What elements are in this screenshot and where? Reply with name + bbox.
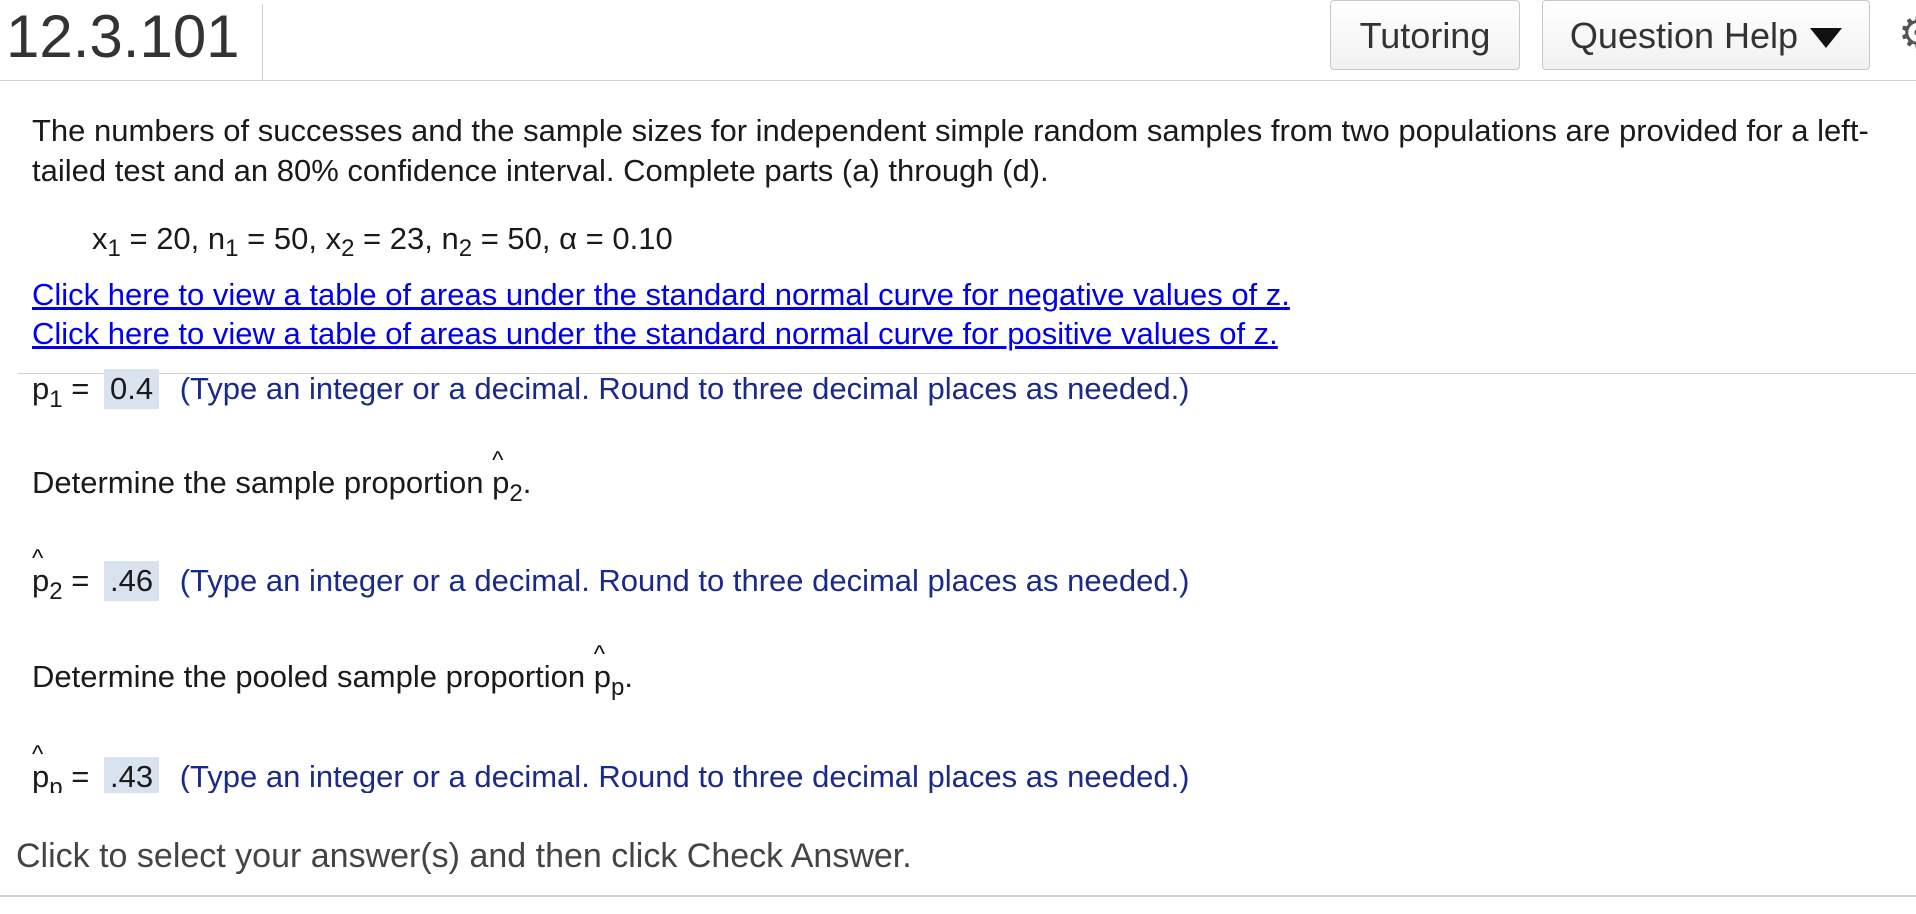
pp-hint: (Type an integer or a decimal. Round to … (179, 759, 1190, 793)
positive-z-table-link[interactable]: Click here to view a table of areas unde… (32, 314, 1278, 354)
question-number: 12.3.101 (6, 4, 263, 80)
hat-icon: ^ (32, 741, 44, 768)
question-content: The numbers of successes and the sample … (0, 81, 1916, 793)
p2-answer-row: ^ p2 = .46 (Type an integer or a decimal.… (32, 545, 1190, 604)
footer-instruction: Click to select your answer(s) and then … (16, 837, 912, 875)
footer-divider (0, 895, 1916, 897)
p2-symbol: ^ p2 (32, 545, 63, 604)
pp-symbol: ^ pp (32, 741, 63, 793)
p1-hint: (Type an integer or a decimal. Round to … (179, 371, 1190, 406)
gear-icon[interactable]: ⚙ (1898, 12, 1916, 56)
p2-answer-field[interactable]: .46 (103, 561, 160, 601)
given-values: x1 = 20, n1 = 50, x2 = 23, n2 = 50, α = … (92, 221, 673, 262)
question-help-label: Question Help (1569, 15, 1799, 56)
problem-intro: The numbers of successes and the sample … (32, 113, 1869, 188)
hat-icon: ^ (32, 545, 44, 572)
negative-z-table-link[interactable]: Click here to view a table of areas unde… (32, 275, 1290, 315)
pp-answer-field[interactable]: .43 (103, 757, 160, 793)
pooled-question: Determine the pooled sample proportion ^… (32, 641, 633, 700)
p1-answer-row: p1 = 0.4 (Type an integer or a decimal. … (32, 369, 1190, 413)
footer: Click to select your answer(s) and then … (0, 793, 1916, 914)
caret-down-icon (1810, 28, 1843, 49)
question-header: 12.3.101 Tutoring Question Help ⚙ (0, 0, 1916, 81)
hat-icon: ^ (492, 447, 504, 474)
question-help-button[interactable]: Question Help (1542, 0, 1870, 70)
p2-hint: (Type an integer or a decimal. Round to … (179, 563, 1190, 598)
p1-symbol: p1 (32, 371, 63, 413)
p2-question: Determine the sample proportion ^ p2. (32, 447, 531, 506)
p1-answer-field[interactable]: 0.4 (103, 369, 160, 409)
tutoring-button[interactable]: Tutoring (1330, 0, 1520, 70)
hat-icon: ^ (593, 641, 606, 668)
pooled-answer-row: ^ pp = .43 (Type an integer or a decimal.… (32, 741, 1190, 793)
